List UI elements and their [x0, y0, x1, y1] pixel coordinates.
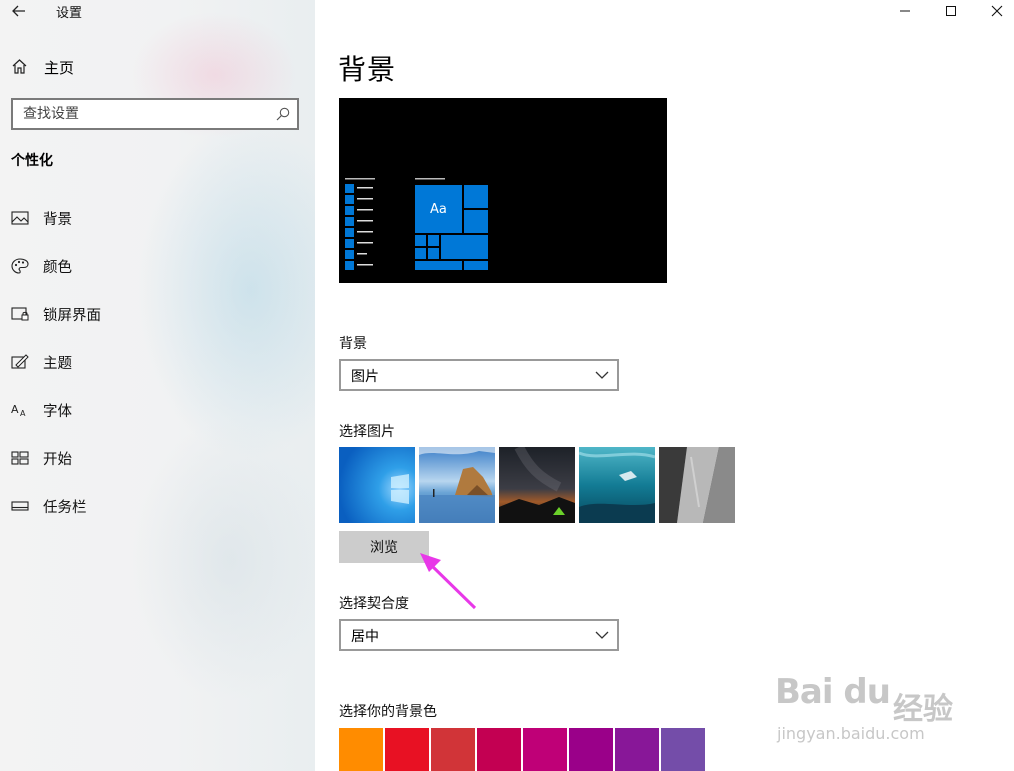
sidebar-item-start[interactable]: 开始 — [0, 438, 315, 478]
fit-label: 选择契合度 — [339, 596, 409, 612]
watermark-logo: Bai du — [775, 672, 891, 712]
sidebar-item-label: 颜色 — [43, 260, 72, 276]
chevron-down-icon — [595, 371, 609, 379]
color-swatch[interactable] — [661, 728, 705, 771]
picture-thumbnails — [339, 447, 739, 523]
baidu-watermark: Bai du 经验 jingyan.baidu.com — [775, 664, 965, 748]
sidebar-item-label: 背景 — [43, 212, 72, 228]
maximize-icon — [946, 6, 956, 16]
watermark-cn: 经验 — [893, 692, 953, 727]
sidebar: 设置 主页 个性化 背景 颜色 锁屏界面 — [0, 0, 315, 771]
background-color-label: 选择你的背景色 — [339, 704, 437, 720]
fit-value: 居中 — [351, 629, 379, 645]
nav-home-label: 主页 — [44, 59, 75, 77]
sidebar-item-label: 任务栏 — [43, 500, 87, 516]
desktop-preview: Aa — [339, 98, 667, 283]
palette-icon — [11, 258, 29, 274]
background-label: 背景 — [339, 336, 367, 352]
color-swatch[interactable] — [385, 728, 429, 771]
sidebar-item-colors[interactable]: 颜色 — [0, 246, 315, 286]
background-dropdown[interactable]: 图片 — [339, 359, 619, 391]
sidebar-item-background[interactable]: 背景 — [0, 198, 315, 238]
picture-thumbnail-night-sky[interactable] — [499, 447, 575, 523]
sidebar-item-lock-screen[interactable]: 锁屏界面 — [0, 294, 315, 334]
picture-thumbnail-underwater[interactable] — [579, 447, 655, 523]
color-swatches — [339, 728, 709, 771]
choose-picture-label: 选择图片 — [339, 424, 395, 440]
chevron-down-icon — [595, 631, 609, 639]
fit-dropdown[interactable]: 居中 — [339, 619, 619, 651]
page-title: 背景 — [338, 53, 397, 86]
svg-text:A: A — [11, 403, 19, 416]
sidebar-item-label: 锁屏界面 — [43, 308, 101, 324]
app-title: 设置 — [56, 6, 83, 21]
picture-thumbnail-cliff[interactable] — [659, 447, 735, 523]
theme-icon — [11, 354, 29, 369]
minimize-icon — [900, 10, 910, 12]
preview-tile-text: Aa — [430, 202, 447, 217]
color-swatch[interactable] — [431, 728, 475, 771]
minimize-button[interactable] — [882, 0, 928, 22]
search-icon[interactable] — [275, 106, 291, 122]
start-icon — [11, 451, 29, 465]
search-box[interactable] — [11, 98, 299, 130]
home-icon — [12, 59, 27, 74]
picture-icon — [11, 211, 29, 225]
font-icon: A A — [11, 403, 26, 418]
start-menu-preview — [345, 178, 488, 270]
watermark-url: jingyan.baidu.com — [777, 724, 925, 743]
nav-home[interactable]: 主页 — [0, 50, 315, 84]
section-title: 个性化 — [11, 153, 53, 169]
lock-screen-icon — [11, 307, 29, 321]
svg-text:A: A — [20, 409, 26, 418]
maximize-button[interactable] — [928, 0, 974, 22]
sidebar-item-label: 开始 — [43, 452, 72, 468]
color-swatch[interactable] — [477, 728, 521, 771]
sidebar-item-themes[interactable]: 主题 — [0, 342, 315, 382]
color-swatch[interactable] — [569, 728, 613, 771]
background-value: 图片 — [351, 369, 379, 385]
taskbar-icon — [11, 501, 29, 511]
color-swatch[interactable] — [339, 728, 383, 771]
sidebar-item-label: 主题 — [43, 356, 72, 372]
picture-thumbnail-beach[interactable] — [419, 447, 495, 523]
sidebar-item-taskbar[interactable]: 任务栏 — [0, 486, 315, 526]
color-swatch[interactable] — [615, 728, 659, 771]
close-button[interactable] — [974, 0, 1014, 22]
back-button[interactable] — [9, 1, 29, 21]
browse-button[interactable]: 浏览 — [339, 531, 429, 563]
picture-thumbnail-windows[interactable] — [339, 447, 415, 523]
color-swatch[interactable] — [523, 728, 567, 771]
back-arrow-icon — [12, 5, 25, 17]
sidebar-item-label: 字体 — [43, 404, 72, 420]
search-input[interactable] — [13, 100, 269, 128]
sidebar-item-fonts[interactable]: A A 字体 — [0, 390, 315, 430]
close-icon — [991, 5, 1003, 17]
